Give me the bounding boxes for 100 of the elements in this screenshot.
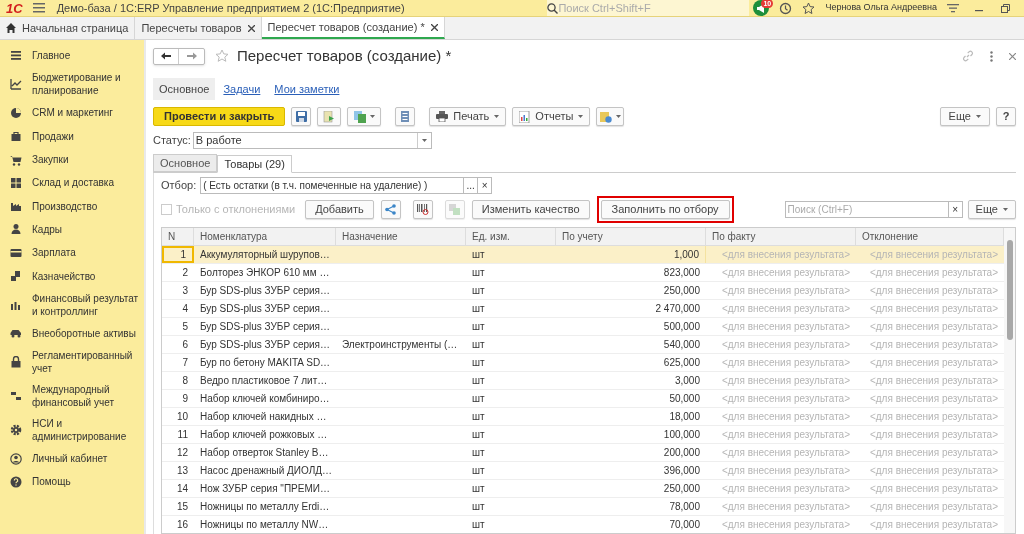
table-row[interactable]: 10 Набор ключей накидных … шт 18,000 <для внесения результата> <для внесения результата> — [162, 408, 1004, 426]
table-row[interactable]: 6 Бур SDS-plus ЗУБР серия… Электроинструменты (… шт 540,000 <для внесения результата> <для внесения результата> — [162, 336, 1004, 354]
change-quality-button[interactable]: Изменить качество — [471, 200, 590, 219]
table-row[interactable]: 3 Бур SDS-plus ЗУБР серия… шт 250,000 <для внесения результата> <для внесения результата> — [162, 282, 1004, 300]
post-button[interactable] — [317, 107, 342, 126]
stack-icon — [10, 270, 22, 282]
filter-field[interactable]: ( Есть остатки (в т.ч. помеченные на удаление) ) — [200, 177, 465, 194]
column-header[interactable]: N — [162, 228, 194, 245]
table-row[interactable]: 11 Набор ключей рожковых … шт 100,000 <для внесения результата> <для внесения результата> — [162, 426, 1004, 444]
table-row[interactable]: 15 Ножницы по металлу Erdi… шт 78,000 <для внесения результата> <для внесения результата> — [162, 498, 1004, 516]
table-cell-text: Набор ключей накидных … — [199, 410, 328, 424]
sidebar-item[interactable]: НСИ и администрирование — [0, 412, 144, 447]
barcode-button[interactable] — [412, 200, 433, 219]
open-tab[interactable]: Пересчет товаров (создание) * — [261, 17, 445, 39]
table-cell-text: Набор ключей комбиниро… — [199, 392, 331, 406]
navigation-button-group[interactable] — [153, 47, 205, 65]
table-cell-text: шт — [471, 266, 486, 280]
form-tab[interactable]: Товары (29) — [217, 155, 292, 173]
sidebar-item[interactable]: CRM и маркетинг — [0, 101, 144, 125]
help-button[interactable]: ? — [996, 107, 1016, 126]
table-row[interactable]: 2 Болторез ЭНКОР 610 мм … шт 823,000 <для внесения результата> <для внесения результата> — [162, 264, 1004, 282]
sidebar-item[interactable]: Продажи — [0, 124, 144, 148]
clear-button[interactable]: × — [478, 177, 493, 194]
table-cell-text: <для внесения результата> — [868, 374, 999, 388]
save-button[interactable] — [291, 107, 312, 126]
window-title: Демо-база / 1С:ERP Управление предприятием 2 (1С:Предприятие) — [56, 0, 405, 16]
table-row[interactable]: 5 Бур SDS-plus ЗУБР серия… шт 500,000 <для внесения результата> <для внесения результата> — [162, 318, 1004, 336]
post-and-close-button[interactable]: Провести и закрыть — [153, 107, 286, 126]
attachments-button[interactable] — [596, 107, 625, 126]
sidebar-item[interactable]: Помощь — [0, 470, 144, 494]
section-link[interactable]: Основное — [153, 78, 216, 100]
table-cell-text: <для внесения результата> — [720, 338, 851, 352]
list-icon — [401, 111, 410, 122]
history-icon[interactable] — [779, 1, 793, 15]
sidebar-item[interactable]: Казначейство — [0, 264, 144, 288]
scanner-icon — [416, 204, 429, 215]
table-cell-text: <для внесения результата> — [868, 284, 999, 298]
sidebar-item[interactable]: Кадры — [0, 217, 144, 242]
sidebar-item[interactable]: Закупки — [0, 147, 144, 172]
sidebar-item[interactable]: Финансовый результат и контроллинг — [0, 287, 144, 322]
journal-button[interactable] — [395, 107, 416, 126]
table-row[interactable]: 8 Ведро пластиковое 7 лит… шт 3,000 <для внесения результата> <для внесения результата> — [162, 372, 1004, 390]
form-tab[interactable]: Основное — [153, 154, 218, 172]
table-row[interactable]: 12 Набор отверток Stanley B… шт 200,000 <для внесения результата> <для внесения результата> — [162, 444, 1004, 462]
table-cell-text: 70,000 — [668, 518, 701, 532]
sidebar-item[interactable]: Зарплата — [0, 241, 144, 265]
create-based-button[interactable] — [347, 107, 382, 126]
column-header[interactable]: Ед. изм. — [466, 228, 556, 245]
sidebar-item[interactable]: Регламентированный учет — [0, 344, 144, 379]
fill-by-filter-button[interactable]: Заполнить по отбору — [600, 200, 730, 219]
open-tab[interactable]: Начальная страница — [0, 17, 136, 39]
sidebar-item[interactable]: Личный кабинет — [0, 446, 144, 471]
table-cell-text: 16 — [175, 518, 189, 532]
sidebar-item[interactable]: Внеоборотные активы — [0, 321, 144, 345]
column-header[interactable]: По учету — [556, 228, 706, 245]
restore-icon[interactable] — [1001, 3, 1010, 13]
clear-search-button[interactable]: × — [948, 201, 963, 218]
section-link[interactable]: Задачи — [217, 78, 267, 100]
column-header[interactable]: Назначение — [336, 228, 466, 245]
print-button[interactable]: Печать — [429, 107, 507, 126]
section-link[interactable]: Мои заметки — [268, 78, 346, 100]
table-cell-text: 500,000 — [662, 320, 701, 334]
add-button[interactable]: Добавить — [305, 200, 374, 219]
star-icon[interactable] — [215, 49, 229, 63]
sidebar-item[interactable]: Международный финансовый учет — [0, 378, 144, 413]
table-row[interactable]: 13 Насос дренажный ДИОЛД… шт 396,000 <для внесения результата> <для внесения результата> — [162, 462, 1004, 480]
gear-icon — [10, 423, 22, 436]
hierarchy-button[interactable] — [380, 200, 401, 219]
sidebar-item[interactable]: Главное — [0, 44, 144, 68]
table-row[interactable]: 9 Набор ключей комбиниро… шт 50,000 <для внесения результата> <для внесения результата> — [162, 390, 1004, 408]
sidebar-item[interactable]: Склад и доставка — [0, 171, 144, 195]
person-icon — [10, 223, 22, 236]
cart-icon — [10, 153, 22, 166]
more-icon[interactable] — [990, 50, 993, 62]
menu-icon[interactable] — [32, 3, 45, 13]
table-row[interactable]: 1 Аккумуляторный шурупов… шт 1,000 <для внесения результата> <для внесения результата> — [162, 246, 1004, 264]
table-cell-text: <для внесения результата> — [720, 266, 851, 280]
reports-button[interactable]: Отчеты — [512, 107, 591, 126]
close-icon[interactable] — [247, 24, 255, 32]
table-row[interactable]: 4 Бур SDS-plus ЗУБР серия… шт 2 470,000 <для внесения результата> <для внесения результата> — [162, 300, 1004, 318]
table-row[interactable]: 14 Нож ЗУБР серия "ПРЕМИ… шт 250,000 <для внесения результата> <для внесения результата> — [162, 480, 1004, 498]
status-select[interactable]: В работе — [192, 132, 432, 149]
bag-icon — [10, 130, 22, 143]
star-icon[interactable] — [802, 1, 816, 15]
more-button[interactable]: Еще — [967, 200, 1016, 219]
user-name[interactable]: Чернова Ольга Андреевна — [825, 1, 937, 15]
more-button[interactable]: Еще — [939, 107, 990, 126]
lock-icon — [10, 355, 22, 368]
choose-button[interactable]: ... — [464, 177, 479, 194]
table-cell-text: <для внесения результата> — [720, 428, 851, 442]
table-row[interactable]: 7 Бур по бетону MAKITA SD… шт 625,000 <для внесения результата> <для внесения результата> — [162, 354, 1004, 372]
sidebar-item[interactable]: Бюджетирование и планирование — [0, 67, 144, 102]
column-header[interactable]: По факту — [706, 228, 856, 245]
car-icon — [10, 327, 22, 340]
scrollbar-thumb[interactable] — [1006, 240, 1013, 340]
sidebar-item[interactable]: Производство — [0, 194, 144, 218]
settings-icon[interactable] — [947, 3, 959, 13]
close-icon[interactable] — [430, 23, 438, 31]
open-tab[interactable]: Пересчеты товаров — [135, 17, 262, 39]
column-header[interactable]: Номенклатура — [194, 228, 336, 245]
